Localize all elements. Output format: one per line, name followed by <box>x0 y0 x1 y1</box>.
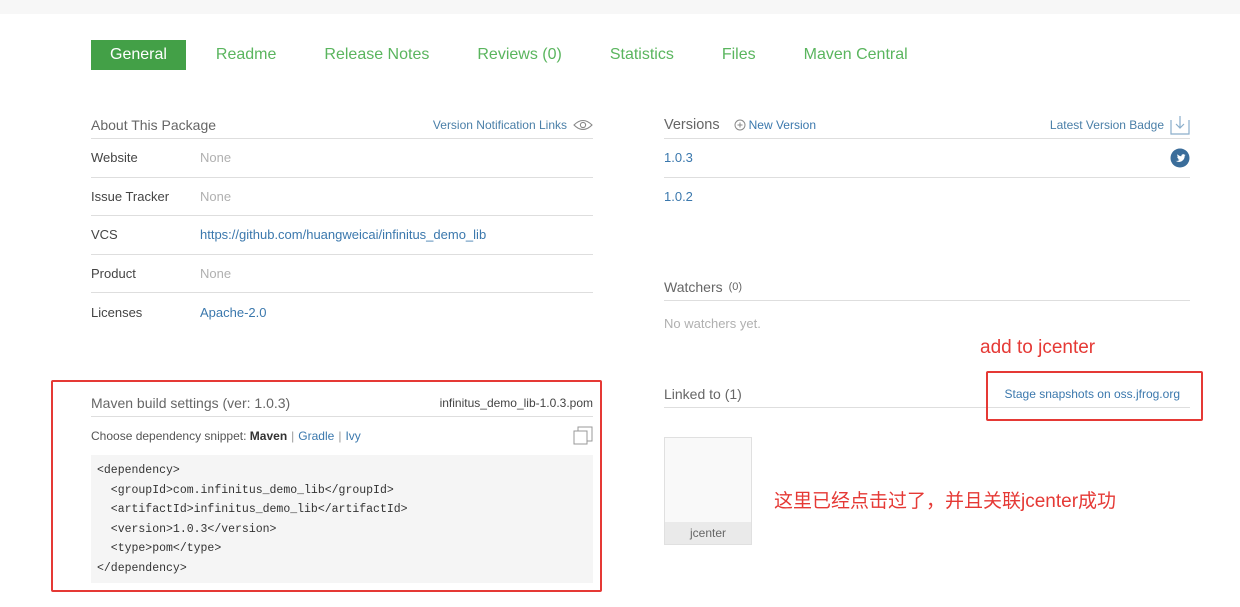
package-tabs: General Readme Release Notes Reviews (0)… <box>91 40 956 70</box>
issue-tracker-value: None <box>200 188 232 204</box>
latest-version-badge-label: Latest Version Badge <box>1049 118 1164 132</box>
maven-annotation-box <box>51 380 602 592</box>
tab-release-notes[interactable]: Release Notes <box>324 40 429 70</box>
jcenter-repo-card[interactable]: jcenter <box>664 437 752 545</box>
website-value: None <box>200 150 232 166</box>
vcs-link[interactable]: https://github.com/huangweicai/infinitus… <box>200 227 486 242</box>
version-row: 1.0.3 <box>664 139 1190 178</box>
watchers-section: Watchers (0) No watchers yet. <box>664 274 1190 331</box>
twitter-icon[interactable] <box>1170 148 1190 168</box>
licenses-label: Licenses <box>91 305 143 321</box>
version-link[interactable]: 1.0.2 <box>664 189 693 204</box>
new-version-label: New Version <box>748 118 816 132</box>
about-package-section: About This Package Version Notification … <box>91 112 593 332</box>
versions-section: Versions New Version Latest Version Badg… <box>664 112 1190 216</box>
tab-reviews[interactable]: Reviews (0) <box>477 40 561 70</box>
version-notification-label: Version Notification Links <box>432 118 567 132</box>
issue-tracker-row: Issue Tracker None <box>91 178 593 217</box>
issue-tracker-label: Issue Tracker <box>91 188 170 204</box>
eye-icon <box>573 119 593 131</box>
website-label: Website <box>91 150 138 166</box>
version-link[interactable]: 1.0.3 <box>664 150 693 165</box>
tab-statistics[interactable]: Statistics <box>610 40 674 70</box>
tab-readme[interactable]: Readme <box>216 40 276 70</box>
watchers-title: Watchers <box>664 279 723 295</box>
top-bar <box>0 0 1240 14</box>
license-link[interactable]: Apache-2.0 <box>200 305 267 320</box>
licenses-row: Licenses Apache-2.0 <box>91 293 593 332</box>
linked-title: Linked to (1) <box>664 386 742 402</box>
about-header: About This Package Version Notification … <box>91 112 593 139</box>
website-row: Website None <box>91 139 593 178</box>
repo-name: jcenter <box>665 522 751 544</box>
watchers-count: (0) <box>728 281 743 293</box>
versions-title: Versions <box>664 117 720 133</box>
version-row: 1.0.2 <box>664 178 1190 217</box>
watchers-header: Watchers (0) <box>664 274 1190 301</box>
new-version-link[interactable]: New Version <box>734 118 816 132</box>
version-notification-link[interactable]: Version Notification Links <box>433 118 593 132</box>
stage-annotation-box <box>986 371 1203 421</box>
latest-version-badge-link[interactable]: Latest Version Badge <box>1050 115 1190 135</box>
versions-title-group: Versions New Version <box>664 117 816 133</box>
watchers-empty-text: No watchers yet. <box>664 316 761 331</box>
add-to-jcenter-annotation: add to jcenter <box>980 337 1096 358</box>
about-title: About This Package <box>91 117 217 133</box>
tab-files[interactable]: Files <box>722 40 756 70</box>
vcs-label: VCS <box>91 227 118 243</box>
vcs-row: VCS https://github.com/huangweicai/infin… <box>91 216 593 255</box>
versions-header: Versions New Version Latest Version Badg… <box>664 112 1190 139</box>
tab-general[interactable]: General <box>91 40 186 70</box>
plus-circle-icon <box>734 119 746 131</box>
tab-maven-central[interactable]: Maven Central <box>804 40 908 70</box>
linked-note-annotation: 这里已经点击过了，并且关联jcenter成功 <box>774 491 1117 512</box>
product-row: Product None <box>91 255 593 294</box>
product-label: Product <box>91 266 136 282</box>
product-value: None <box>200 266 232 282</box>
download-icon <box>1170 116 1190 135</box>
